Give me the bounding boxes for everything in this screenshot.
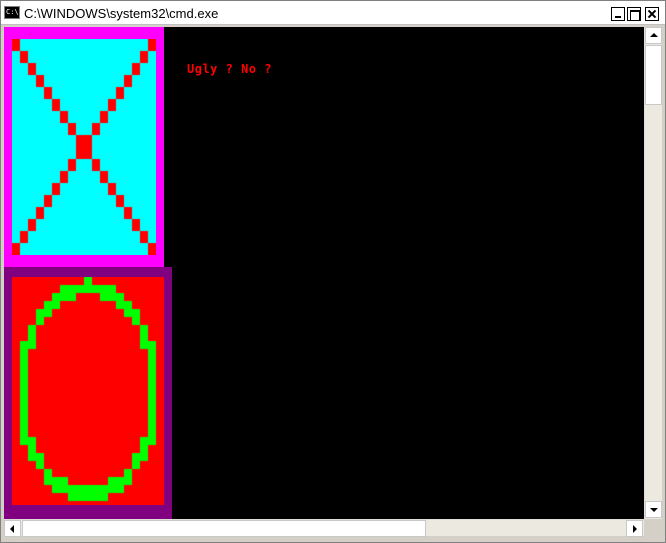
cmd-icon[interactable]: C:\ <box>4 6 20 19</box>
scroll-up-button[interactable] <box>645 27 662 44</box>
scroll-left-button[interactable] <box>4 520 21 537</box>
arrow-down-icon <box>650 508 658 512</box>
minimize-button[interactable] <box>611 7 625 21</box>
console-area[interactable]: Ugly ? No ? <box>4 27 644 519</box>
scroll-down-button[interactable] <box>645 501 662 518</box>
horizontal-scrollbar[interactable] <box>4 519 644 537</box>
arrow-left-icon <box>10 525 14 533</box>
cmd-window: C:\ C:\WINDOWS\system32\cmd.exe Ugly ? N… <box>0 0 666 543</box>
oval-pattern <box>12 277 164 505</box>
title-bar[interactable]: C:\ C:\WINDOWS\system32\cmd.exe <box>1 1 665 25</box>
window-title: C:\WINDOWS\system32\cmd.exe <box>24 6 219 21</box>
scroll-right-button[interactable] <box>626 520 643 537</box>
arrow-right-icon <box>633 525 637 533</box>
size-grip[interactable] <box>644 519 662 536</box>
oval-panel <box>4 267 172 519</box>
maximize-button[interactable] <box>627 7 641 21</box>
vertical-scroll-thumb[interactable] <box>645 45 662 105</box>
close-button[interactable] <box>645 7 659 21</box>
console-output: Ugly ? No ? <box>187 62 272 76</box>
horizontal-scroll-thumb[interactable] <box>22 520 426 537</box>
vertical-scrollbar[interactable] <box>644 27 662 519</box>
cross-panel <box>4 27 164 267</box>
cross-pattern <box>12 39 156 255</box>
arrow-up-icon <box>650 33 658 37</box>
